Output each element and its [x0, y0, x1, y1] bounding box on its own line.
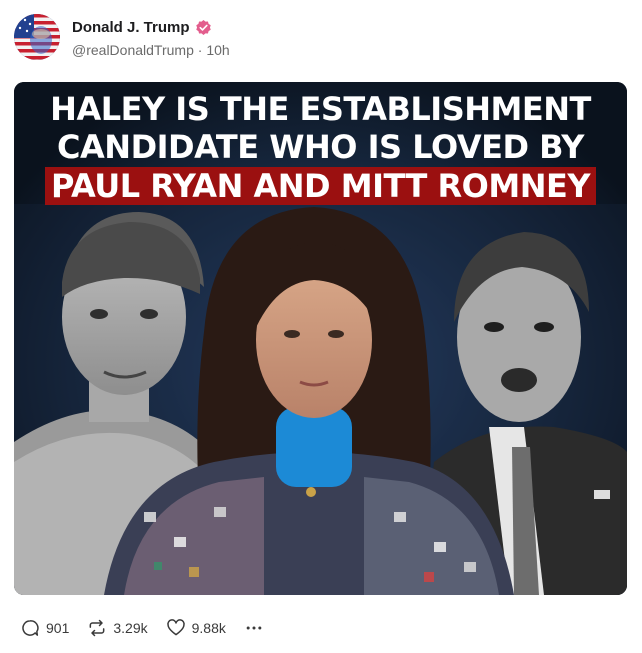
- headline-line-1: HALEY IS THE ESTABLISHMENT: [50, 90, 591, 128]
- verified-badge-icon: [195, 19, 211, 35]
- post-card: Donald J. Trump @realDonaldTrump · 10h H…: [0, 0, 642, 653]
- avatar[interactable]: [14, 14, 60, 60]
- post-image[interactable]: HALEY IS THE ESTABLISHMENT CANDIDATE WHO…: [14, 82, 627, 595]
- display-name[interactable]: Donald J. Trump: [72, 19, 190, 36]
- image-headline: HALEY IS THE ESTABLISHMENT CANDIDATE WHO…: [14, 90, 627, 205]
- ellipsis-icon: [246, 626, 262, 630]
- repost-icon: [89, 619, 105, 637]
- handle[interactable]: @realDonaldTrump: [72, 42, 194, 58]
- name-row: Donald J. Trump: [72, 16, 230, 38]
- repost-count: 3.29k: [113, 620, 148, 636]
- meta-separator: ·: [197, 42, 203, 58]
- author-info: Donald J. Trump @realDonaldTrump · 10h: [72, 16, 230, 59]
- more-options-button[interactable]: [244, 618, 264, 638]
- post-header: Donald J. Trump @realDonaldTrump · 10h: [14, 14, 230, 60]
- avatar-image: [14, 14, 60, 60]
- headline-line-2: CANDIDATE WHO IS LOVED BY: [57, 128, 584, 166]
- post-actions: 901 3.29k 9.88k: [20, 618, 282, 638]
- meta-row: @realDonaldTrump · 10h: [72, 42, 230, 58]
- headline-line-3: PAUL RYAN AND MITT ROMNEY: [44, 167, 597, 205]
- heart-icon: [166, 619, 185, 636]
- timestamp[interactable]: 10h: [206, 42, 229, 58]
- like-button[interactable]: 9.88k: [166, 618, 226, 638]
- reply-count: 901: [46, 620, 70, 636]
- repost-button[interactable]: 3.29k: [87, 618, 148, 638]
- reply-button[interactable]: 901: [20, 618, 69, 638]
- reply-icon: [22, 620, 39, 636]
- like-count: 9.88k: [191, 620, 226, 636]
